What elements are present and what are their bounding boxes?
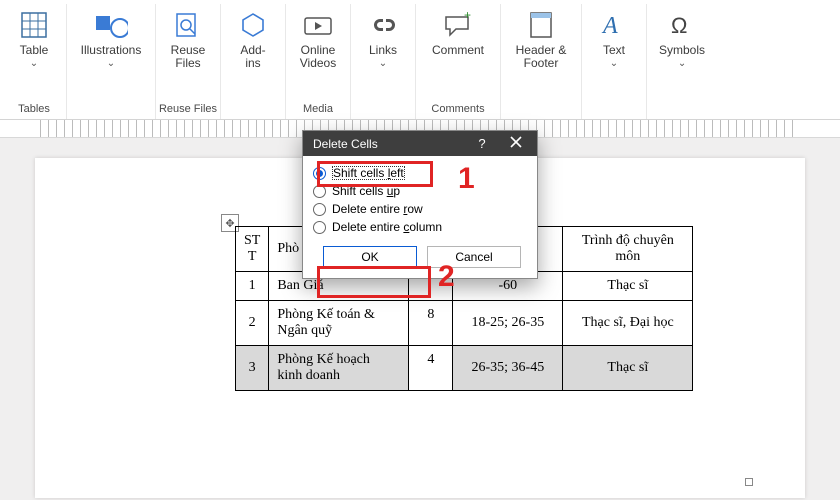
- group-links: Links ⌄: [351, 4, 416, 119]
- table-label: Table: [20, 44, 49, 57]
- cell-n[interactable]: 3: [236, 346, 269, 391]
- svg-text:A: A: [601, 13, 618, 39]
- cell-so[interactable]: 8: [409, 301, 453, 346]
- option-delete-row[interactable]: Delete entire row: [313, 200, 527, 218]
- text-icon: A: [597, 8, 631, 42]
- links-label: Links: [369, 44, 397, 57]
- option-label: Delete entire row: [332, 202, 423, 216]
- addins-button[interactable]: Add- ins: [223, 4, 283, 74]
- cancel-button[interactable]: Cancel: [427, 246, 521, 268]
- ribbon: Table ⌄ Tables Illustrations ⌄ Reuse Fi: [0, 0, 840, 120]
- dialog-body: Shift cells left Shift cells up Delete e…: [303, 156, 537, 278]
- ok-button[interactable]: OK: [323, 246, 417, 268]
- group-media: Online Videos Media: [286, 4, 351, 119]
- cell-so[interactable]: 4: [409, 346, 453, 391]
- group-illustrations: Illustrations ⌄: [67, 4, 156, 119]
- text-label: Text: [603, 44, 625, 57]
- chevron-down-icon: ⌄: [107, 58, 115, 69]
- header-footer-button[interactable]: Header & Footer: [503, 4, 579, 74]
- group-reuse-label: Reuse Files: [159, 101, 217, 119]
- online-videos-label: Online Videos: [300, 44, 336, 70]
- cell-tuoi[interactable]: 18-25; 26-35: [453, 301, 563, 346]
- reuse-files-label: Reuse Files: [171, 44, 206, 70]
- option-label: Shift cells left: [332, 166, 405, 180]
- comment-icon: +: [441, 8, 475, 42]
- comment-label: Comment: [432, 44, 484, 57]
- text-button[interactable]: A Text ⌄: [584, 4, 644, 73]
- chevron-down-icon: ⌄: [678, 58, 686, 69]
- dialog-buttons: OK Cancel: [313, 246, 527, 268]
- online-videos-button[interactable]: Online Videos: [288, 4, 348, 74]
- table-row: 3 Phòng Kế hoạch kinh doanh 4 26-35; 36-…: [236, 346, 693, 391]
- svg-text:Ω: Ω: [671, 13, 687, 38]
- option-shift-up[interactable]: Shift cells up: [313, 182, 527, 200]
- dialog-titlebar[interactable]: Delete Cells ?: [303, 131, 537, 156]
- table-icon: [17, 8, 51, 42]
- header-footer-icon: [524, 8, 558, 42]
- group-addins: Add- ins: [221, 4, 286, 119]
- option-delete-column[interactable]: Delete entire column: [313, 218, 527, 236]
- reuse-files-icon: [171, 8, 205, 42]
- chevron-down-icon: ⌄: [610, 58, 618, 69]
- cell-n[interactable]: 1: [236, 272, 269, 301]
- cell-phong[interactable]: Phòng Kế hoạch kinh doanh: [269, 346, 409, 391]
- th-chuyenmon[interactable]: Trình độ chuyên môn: [563, 227, 693, 272]
- group-comments-label: Comments: [431, 101, 484, 119]
- group-comments: + Comment Comments: [416, 4, 501, 119]
- reuse-files-button[interactable]: Reuse Files: [158, 4, 218, 74]
- table-button[interactable]: Table ⌄: [4, 4, 64, 73]
- dialog-title: Delete Cells: [313, 137, 465, 151]
- links-button[interactable]: Links ⌄: [353, 4, 413, 73]
- cell-mon[interactable]: Thạc sĩ: [563, 272, 693, 301]
- cell-n[interactable]: 2: [236, 301, 269, 346]
- delete-cells-dialog: Delete Cells ? Shift cells left Shift ce…: [302, 130, 538, 279]
- group-header-footer: Header & Footer: [501, 4, 582, 119]
- video-icon: [301, 8, 335, 42]
- illustrations-label: Illustrations: [81, 44, 142, 57]
- cell-mon[interactable]: Thạc sĩ, Đại học: [563, 301, 693, 346]
- addins-icon: [236, 8, 270, 42]
- radio-icon: [313, 167, 326, 180]
- dialog-help-button[interactable]: ?: [465, 136, 499, 151]
- group-reuse: Reuse Files Reuse Files: [156, 4, 221, 119]
- symbols-button[interactable]: Ω Symbols ⌄: [649, 4, 715, 73]
- addins-label: Add- ins: [240, 44, 265, 70]
- group-symbols: Ω Symbols ⌄: [647, 4, 717, 119]
- cell-tuoi[interactable]: 26-35; 36-45: [453, 346, 563, 391]
- option-label: Shift cells up: [332, 184, 400, 198]
- header-footer-label: Header & Footer: [516, 44, 567, 70]
- symbols-label: Symbols: [659, 44, 705, 57]
- close-icon: [510, 136, 522, 148]
- cell-phong[interactable]: Phòng Kế toán & Ngân quỹ: [269, 301, 409, 346]
- illustrations-button[interactable]: Illustrations ⌄: [69, 4, 153, 73]
- dialog-close-button[interactable]: [499, 136, 533, 151]
- cell-mon[interactable]: Thạc sĩ: [563, 346, 693, 391]
- group-text: A Text ⌄: [582, 4, 647, 119]
- chevron-down-icon: ⌄: [379, 58, 387, 69]
- table-row: 2 Phòng Kế toán & Ngân quỹ 8 18-25; 26-3…: [236, 301, 693, 346]
- table-resize-handle[interactable]: [745, 478, 753, 486]
- group-tables-label: Tables: [18, 101, 50, 119]
- radio-icon: [313, 185, 326, 198]
- option-shift-left[interactable]: Shift cells left: [313, 164, 527, 182]
- group-media-label: Media: [303, 101, 333, 119]
- svg-text:+: +: [464, 11, 471, 22]
- option-label: Delete entire column: [332, 220, 442, 234]
- group-tables: Table ⌄ Tables: [2, 4, 67, 119]
- chevron-down-icon: ⌄: [30, 58, 38, 69]
- omega-icon: Ω: [665, 8, 699, 42]
- th-stt[interactable]: ST T: [236, 227, 269, 272]
- radio-icon: [313, 203, 326, 216]
- comment-button[interactable]: + Comment: [418, 4, 498, 61]
- radio-icon: [313, 221, 326, 234]
- shapes-icon: [94, 8, 128, 42]
- link-icon: [366, 8, 400, 42]
